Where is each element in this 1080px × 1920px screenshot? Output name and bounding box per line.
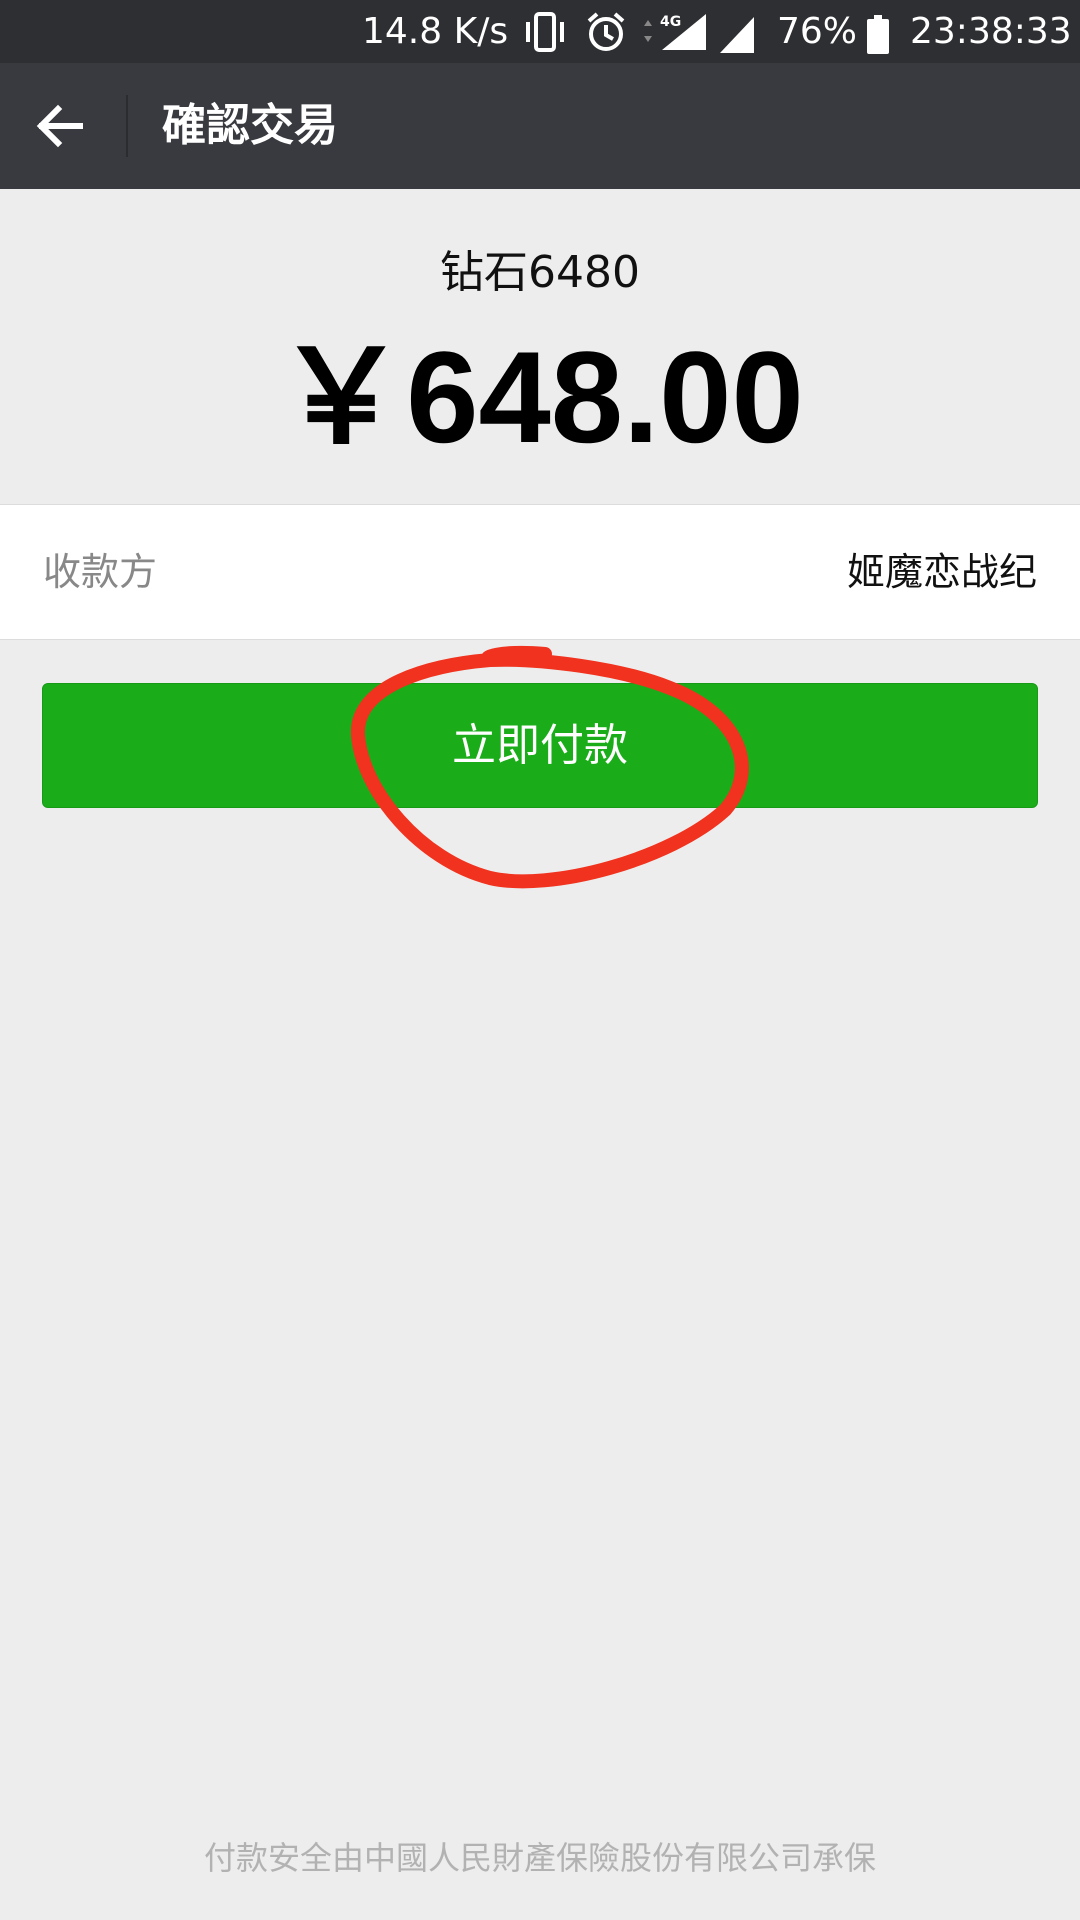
clock: 23:38:33 xyxy=(910,11,1072,52)
page-title: 確認交易 xyxy=(162,100,338,151)
title-divider xyxy=(126,95,128,157)
battery-icon xyxy=(866,12,890,54)
back-button[interactable] xyxy=(28,91,98,161)
alarm-icon xyxy=(585,10,627,54)
payee-label: 收款方 xyxy=(43,550,158,594)
signal-icon xyxy=(718,12,758,53)
back-arrow-icon xyxy=(36,104,83,148)
product-name: 钻石6480 xyxy=(440,247,640,298)
insurance-note: 付款安全由中國人民財產保險股份有限公司承保 xyxy=(203,1839,876,1877)
price-amount: ￥648.00 xyxy=(276,324,804,470)
network-type-label: 4G xyxy=(660,14,681,30)
network-speed: 14.8 K/s xyxy=(362,11,509,52)
vibrate-icon xyxy=(522,10,568,54)
payee-row: 收款方 姬魔恋战纪 xyxy=(0,504,1080,640)
mobile-data-icon: 4G xyxy=(640,10,710,54)
pay-now-button[interactable]: 立即付款 xyxy=(42,683,1038,808)
title-bar: 確認交易 xyxy=(0,63,1080,189)
battery-percent: 76% xyxy=(777,11,858,52)
status-bar: 14.8 K/s 4G 76% 23:38:33 xyxy=(0,0,1080,63)
payee-name: 姬魔恋战纪 xyxy=(846,550,1037,594)
